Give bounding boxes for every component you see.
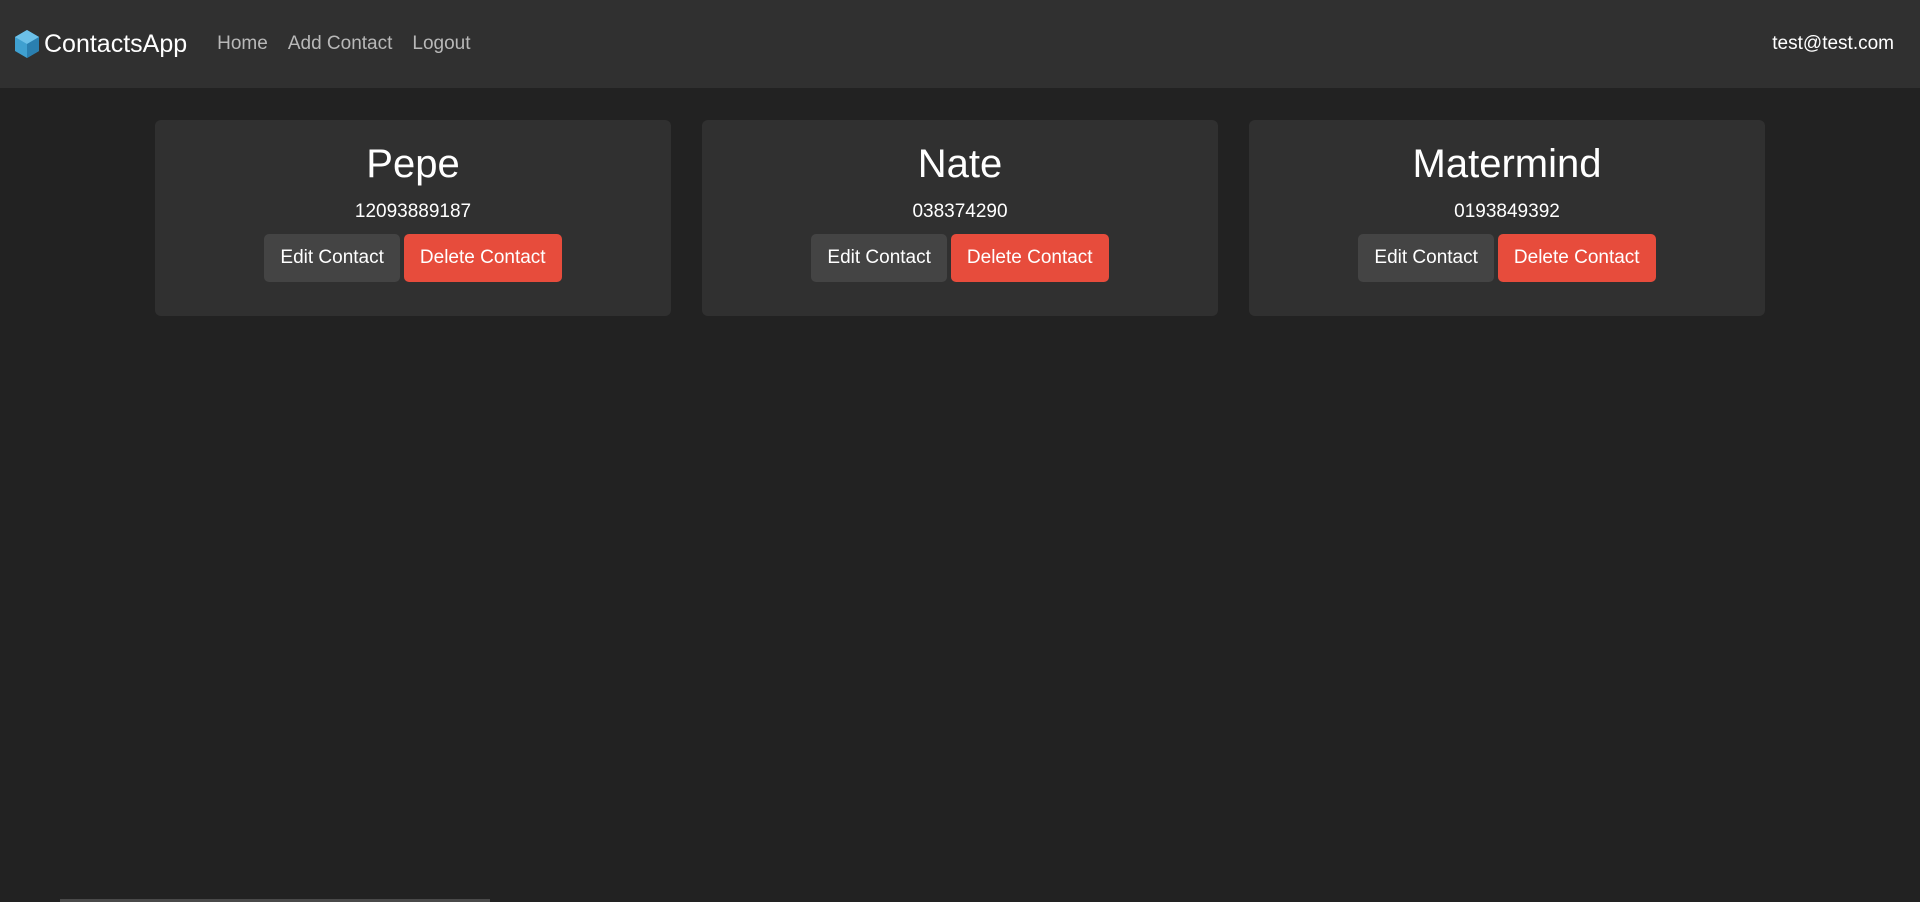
cube-logo-icon [15, 30, 39, 58]
contact-card: Nate 038374290 Edit Contact Delete Conta… [702, 120, 1218, 316]
edit-contact-button[interactable]: Edit Contact [1358, 234, 1494, 282]
navbar: ContactsApp Home Add Contact Logout test… [0, 0, 1920, 88]
contact-phone: 12093889187 [354, 201, 472, 222]
contacts-list: Pepe 12093889187 Edit Contact Delete Con… [155, 120, 1765, 316]
user-email: test@test.com [1772, 33, 1894, 54]
delete-contact-button[interactable]: Delete Contact [403, 234, 562, 282]
contact-name: Nate [917, 142, 1003, 186]
nav-link-home[interactable]: Home [217, 33, 268, 55]
contact-card: Pepe 12093889187 Edit Contact Delete Con… [155, 120, 671, 316]
nav-link-logout[interactable]: Logout [412, 33, 470, 55]
edit-contact-button[interactable]: Edit Contact [264, 234, 400, 282]
delete-contact-button[interactable]: Delete Contact [1497, 234, 1656, 282]
contact-phone: 038374290 [912, 201, 1008, 222]
contact-phone: 0193849392 [1454, 201, 1560, 222]
contact-name: Pepe [366, 142, 460, 186]
delete-contact-button[interactable]: Delete Contact [950, 234, 1109, 282]
contact-actions: Edit Contact Delete Contact [702, 234, 1218, 282]
contact-card: Matermind 0193849392 Edit Contact Delete… [1249, 120, 1765, 316]
nav-links: Home Add Contact Logout [207, 33, 470, 55]
edit-contact-button[interactable]: Edit Contact [811, 234, 947, 282]
contact-actions: Edit Contact Delete Contact [1249, 234, 1765, 282]
brand-name: ContactsApp [44, 30, 188, 58]
nav-link-add-contact[interactable]: Add Contact [288, 33, 393, 55]
brand-link[interactable]: ContactsApp [14, 29, 187, 59]
contact-actions: Edit Contact Delete Contact [155, 234, 671, 282]
contact-name: Matermind [1412, 142, 1602, 186]
